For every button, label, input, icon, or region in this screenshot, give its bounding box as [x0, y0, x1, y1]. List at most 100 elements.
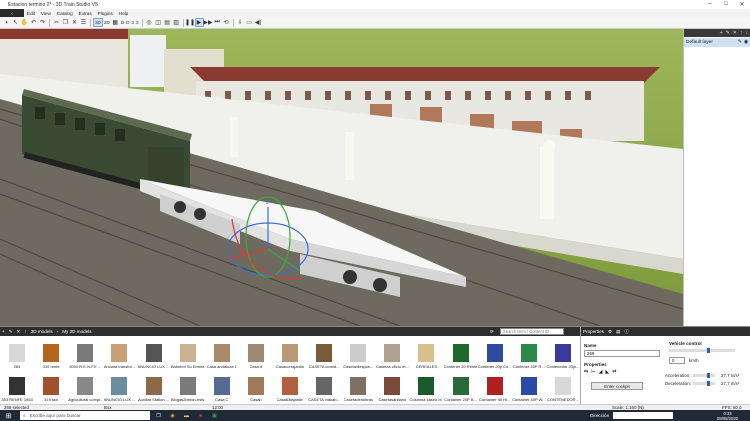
library-item[interactable]: CEREALES — [409, 337, 443, 370]
layers-icon[interactable]: ▤ — [163, 18, 172, 27]
maximize-button[interactable]: □ — [718, 1, 734, 8]
refresh-icon[interactable]: ⟳ — [490, 329, 494, 335]
library-item[interactable]: 269 — [0, 337, 34, 370]
library-item[interactable]: Casa andaluza 1 — [205, 337, 239, 370]
pointer-icon[interactable]: ↖ — [11, 18, 20, 27]
library-item[interactable]: 319 renfe — [34, 337, 68, 370]
undo-icon[interactable]: ↶ — [29, 18, 38, 27]
move-up-icon[interactable]: ↑ — [740, 30, 743, 36]
target-icon[interactable]: ◎ — [145, 18, 154, 27]
library-item[interactable]: Container 20P B... — [444, 370, 478, 403]
menu-extras[interactable]: Extras — [76, 11, 95, 16]
library-item[interactable]: Caseta/despos... — [341, 337, 375, 370]
info-icon[interactable]: ⓘ — [624, 329, 629, 335]
speed-slider[interactable] — [669, 348, 735, 353]
library-item[interactable]: Agricultural compi... — [68, 370, 102, 403]
menu-view[interactable]: View — [38, 11, 54, 16]
sound-icon[interactable]: ◀) — [254, 18, 263, 27]
three-button-2[interactable]: 3 — [135, 18, 140, 27]
acceleration-slider-thumb[interactable] — [707, 373, 710, 378]
library-item[interactable]: Auxiliar Station ... — [136, 370, 170, 403]
folder-icon[interactable]: ▬ — [181, 410, 192, 421]
delete-layer-icon[interactable]: ✕ — [733, 30, 737, 36]
wagon-right-icon[interactable]: ◣ — [605, 369, 609, 375]
back-menu-button[interactable]: ‹ — [0, 9, 24, 17]
library-item[interactable]: Biogas2bbron-ests — [171, 370, 205, 403]
library-item[interactable]: Casa C — [205, 370, 239, 403]
skip-icon[interactable]: ⏭ — [213, 18, 222, 27]
fast-forward-icon[interactable]: ▶▶ — [203, 18, 212, 27]
loop-icon[interactable]: ⟲ — [222, 18, 231, 27]
library-item[interactable]: Contenedor 20pi... — [546, 337, 580, 370]
library-item[interactable]: Contener 20p Co... — [478, 337, 512, 370]
deceleration-slider[interactable] — [693, 381, 715, 386]
library-item[interactable]: 319 taxi — [34, 370, 68, 403]
pencil-icon[interactable]: ✎ — [9, 329, 13, 335]
close-button[interactable]: ✕ — [734, 1, 750, 8]
library-item[interactable]: Casa d — [239, 337, 273, 370]
minimize-button[interactable]: – — [702, 1, 718, 8]
panel-icon[interactable]: ▥ — [172, 18, 181, 27]
library-item[interactable]: Columna caseo bl... — [409, 370, 443, 403]
hand-icon[interactable]: ✋ — [20, 18, 29, 27]
taskbar-search[interactable]: ⌕ Escribe aquí para buscar — [20, 411, 150, 420]
windows-start-icon[interactable]: ⊞ — [3, 410, 14, 421]
library-search-input[interactable]: Search term / Content ID — [500, 328, 564, 335]
direction-icon[interactable]: ⇄ — [612, 369, 616, 375]
library-item[interactable]: Casab — [239, 370, 273, 403]
acceleration-slider[interactable] — [693, 373, 715, 378]
library-item[interactable]: ANUNCIO LUX ... — [102, 370, 136, 403]
library-item[interactable]: Container 40P W... — [512, 370, 546, 403]
view-2d-button[interactable]: 2D — [103, 18, 111, 27]
add-icon[interactable]: + — [2, 329, 5, 334]
deceleration-slider-thumb[interactable] — [707, 381, 710, 386]
enter-cockpit-button[interactable]: Enter cockpit — [591, 382, 643, 390]
library-item[interactable]: CASETA comid... — [307, 337, 341, 370]
copy-icon[interactable]: ❐ — [61, 18, 70, 27]
library-item[interactable]: 353 RENFE 1953 — [0, 370, 34, 403]
pin-icon[interactable]: ✎ — [738, 40, 742, 45]
cut-icon[interactable]: ✂ — [52, 18, 61, 27]
library-item[interactable]: Contener 20 Renfe — [444, 337, 478, 370]
train-studio-icon[interactable]: ▣ — [209, 410, 220, 421]
breadcrumb-3d-models[interactable]: 3D models — [31, 329, 53, 334]
list-icon[interactable]: ☰ — [79, 18, 88, 27]
move-down-icon[interactable]: ↓ — [746, 30, 749, 36]
library-item[interactable]: ANUNCIO LUX ... — [136, 337, 170, 370]
wagon-left-icon[interactable]: ◢ — [599, 369, 603, 375]
bogie-icon[interactable]: ⊢ — [591, 369, 595, 375]
add-layer-icon[interactable]: + — [720, 30, 723, 36]
settings-icon[interactable]: ⚙ — [608, 329, 612, 335]
library-item[interactable]: Casacorrajardin — [273, 337, 307, 370]
menu-plugins[interactable]: Plugins — [95, 11, 116, 16]
library-item[interactable]: CASETA viauab... — [307, 370, 341, 403]
coupling-icon[interactable]: ⇆ — [584, 369, 588, 375]
speed-slider-thumb[interactable] — [707, 348, 710, 353]
redo-icon[interactable]: ↷ — [38, 18, 47, 27]
speed-input[interactable]: 0 — [669, 357, 685, 364]
library-item[interactable]: Contener 40P R... — [512, 337, 546, 370]
library-item[interactable]: Casetadedobras — [341, 370, 375, 403]
camera-icon[interactable]: ◫ — [154, 18, 163, 27]
layer-row-default[interactable]: Default layer ✎ ◉ — [684, 38, 750, 47]
menu-edit[interactable]: Edit — [24, 11, 38, 16]
library-item[interactable]: 3000 R.E.N.F.E ... — [68, 337, 102, 370]
eye-icon[interactable]: ◉ — [744, 40, 748, 45]
view-3d-button[interactable]: 3D — [93, 18, 103, 27]
delete-icon[interactable]: ✕ — [17, 329, 21, 335]
pause-icon[interactable]: ❚❚ — [185, 18, 195, 27]
edit-layer-icon[interactable]: ✎ — [726, 30, 730, 36]
direction-input[interactable] — [613, 412, 674, 419]
library-item[interactable]: Casa63fajardin — [273, 370, 307, 403]
library-item[interactable]: CONTENEDOR... — [546, 370, 580, 403]
library-item[interactable]: Anclará transfor... — [102, 337, 136, 370]
list-icon[interactable]: ▤ — [616, 329, 620, 335]
save-icon[interactable]: ▪ — [2, 18, 11, 27]
delete-icon[interactable]: ✕ — [70, 18, 79, 27]
3d-viewport[interactable]: z — [0, 29, 683, 326]
task-view-icon[interactable]: ❐ — [153, 410, 164, 421]
library-item[interactable]: Casetasanitario — [375, 370, 409, 403]
grid-icon[interactable]: ▦ — [111, 18, 120, 27]
scene-render[interactable]: z — [0, 29, 683, 326]
screen-icon[interactable]: ▭ — [245, 18, 254, 27]
